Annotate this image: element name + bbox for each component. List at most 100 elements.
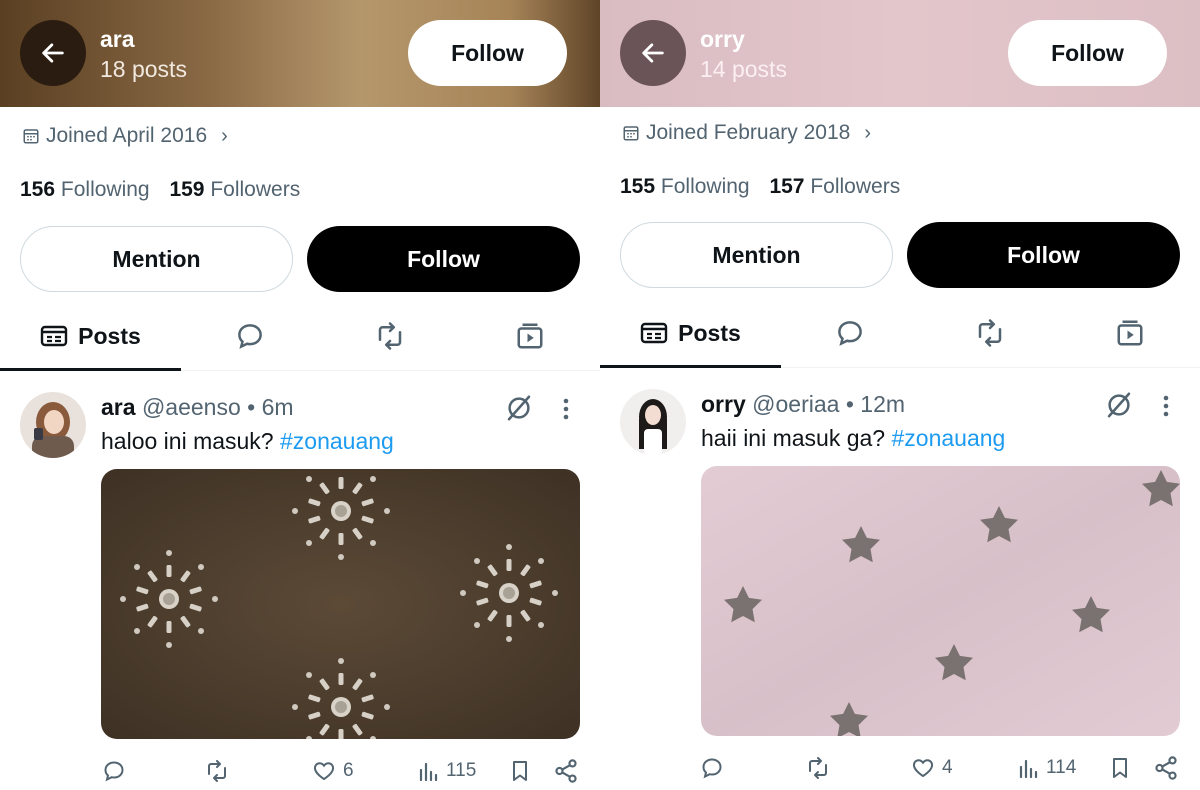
tab-replies[interactable] [815, 300, 885, 366]
post-text: haii ini masuk ga? #zonauang [701, 425, 1005, 452]
more-vertical-icon[interactable] [556, 394, 576, 424]
avatar[interactable] [20, 392, 86, 458]
bookmark-icon [513, 761, 527, 781]
following-count[interactable]: 155 [620, 175, 655, 198]
follow-counts: 156 Following 159 Followers [20, 178, 300, 202]
joined-date[interactable]: Joined April 2016 › [22, 124, 228, 148]
following-count[interactable]: 156 [20, 178, 55, 201]
tab-media[interactable] [495, 303, 565, 369]
tab-posts-label: Posts [678, 319, 741, 346]
like-count: 4 [942, 757, 953, 778]
header-follow-button[interactable]: Follow [1008, 20, 1167, 86]
media-tab-icon [1117, 320, 1143, 346]
grok-icon[interactable] [504, 393, 534, 423]
replies-tab-icon [238, 324, 262, 349]
like-button[interactable]: 6 [311, 756, 354, 786]
post-text: haloo ini masuk? #zonauang [101, 428, 394, 455]
mention-button[interactable]: Mention [620, 222, 893, 288]
share-button[interactable] [1153, 753, 1179, 783]
header-follow-button[interactable]: Follow [408, 20, 567, 86]
profile-panel-orry: orry 14 posts Follow Joined February 201… [600, 0, 1200, 790]
chevron-right-icon: › [221, 124, 228, 147]
heart-icon [912, 759, 934, 778]
repost-icon [208, 760, 226, 782]
followers-count[interactable]: 159 [169, 178, 204, 201]
post-author-name[interactable]: orry [701, 391, 746, 417]
post-item[interactable]: orry @oeriaa • 12m haii ini masuk ga? #z… [600, 369, 1200, 787]
follow-counts: 155 Following 157 Followers [620, 175, 900, 199]
back-button[interactable] [620, 20, 686, 86]
views-button[interactable]: 114 [1016, 753, 1076, 783]
reply-icon [702, 758, 722, 779]
post-image[interactable] [101, 469, 580, 739]
post-actions: 4 114 [600, 753, 1200, 783]
posts-tab-icon [640, 322, 668, 344]
tab-posts[interactable]: Posts [600, 300, 781, 368]
post-meta: ara @aeenso • 6m [101, 394, 294, 421]
post-time[interactable]: 12m [860, 391, 905, 417]
post-item[interactable]: ara @aeenso • 6m haloo ini masuk? #zonau… [0, 372, 600, 790]
avatar[interactable] [620, 389, 686, 455]
joined-date[interactable]: Joined February 2018 › [622, 121, 871, 145]
joined-label: Joined February 2018 [646, 121, 851, 144]
post-time[interactable]: 6m [262, 394, 294, 420]
header-username: ara [100, 26, 135, 52]
bookmark-button[interactable] [508, 756, 532, 786]
share-button[interactable] [553, 756, 579, 786]
views-chart-icon [419, 762, 438, 782]
follow-button[interactable]: Follow [307, 226, 580, 292]
back-button[interactable] [20, 20, 86, 86]
tab-reposts[interactable] [955, 300, 1025, 366]
profile-panel-ara: ara 18 posts Follow Joined April 2016 › … [0, 0, 600, 790]
views-button[interactable]: 115 [416, 756, 476, 786]
like-button[interactable]: 4 [910, 753, 953, 783]
tab-reposts[interactable] [355, 303, 425, 369]
more-vertical-icon[interactable] [1156, 391, 1176, 421]
repost-icon [809, 757, 827, 779]
post-image[interactable] [701, 466, 1180, 736]
repost-button[interactable] [204, 756, 230, 786]
reply-button[interactable] [102, 756, 126, 786]
post-meta: orry @oeriaa • 12m [701, 391, 905, 418]
joined-label: Joined April 2016 [46, 124, 208, 147]
bookmark-button[interactable] [1108, 753, 1132, 783]
reply-button[interactable] [700, 753, 724, 783]
followers-count[interactable]: 157 [769, 175, 804, 198]
post-handle[interactable]: @aeenso [142, 394, 241, 420]
followers-label[interactable]: Followers [810, 175, 900, 198]
bookmark-icon [1113, 758, 1127, 778]
post-author-name[interactable]: ara [101, 394, 136, 420]
followers-label[interactable]: Followers [210, 178, 300, 201]
grok-icon[interactable] [1104, 390, 1134, 420]
hashtag-link[interactable]: #zonauang [280, 428, 394, 454]
following-label[interactable]: Following [61, 178, 150, 201]
following-label[interactable]: Following [661, 175, 750, 198]
tab-media[interactable] [1095, 300, 1165, 366]
reposts-tab-icon [978, 319, 1002, 347]
profile-tabs: Posts [600, 300, 1200, 368]
calendar-icon [623, 126, 639, 141]
follow-button[interactable]: Follow [907, 222, 1180, 288]
post-body: haii ini masuk ga? [701, 425, 886, 451]
profile-header: orry 14 posts Follow [600, 0, 1200, 107]
repost-button[interactable] [805, 753, 831, 783]
post-actions: 6 115 [0, 756, 600, 786]
arrow-left-icon [642, 43, 664, 63]
heart-icon [313, 762, 335, 781]
share-icon [555, 759, 577, 783]
profile-header: ara 18 posts Follow [0, 0, 600, 107]
post-body: haloo ini masuk? [101, 428, 274, 454]
post-dot: • [247, 394, 256, 420]
post-handle[interactable]: @oeriaa [752, 391, 839, 417]
header-post-count: 18 posts [100, 56, 187, 82]
header-username: orry [700, 26, 745, 52]
tab-posts[interactable]: Posts [0, 303, 181, 371]
calendar-icon [23, 129, 39, 144]
tab-posts-label: Posts [78, 322, 141, 349]
mention-button[interactable]: Mention [20, 226, 293, 292]
view-count: 115 [446, 760, 477, 781]
share-icon [1155, 756, 1177, 780]
post-dot: • [845, 391, 854, 417]
hashtag-link[interactable]: #zonauang [892, 425, 1006, 451]
tab-replies[interactable] [215, 303, 285, 369]
